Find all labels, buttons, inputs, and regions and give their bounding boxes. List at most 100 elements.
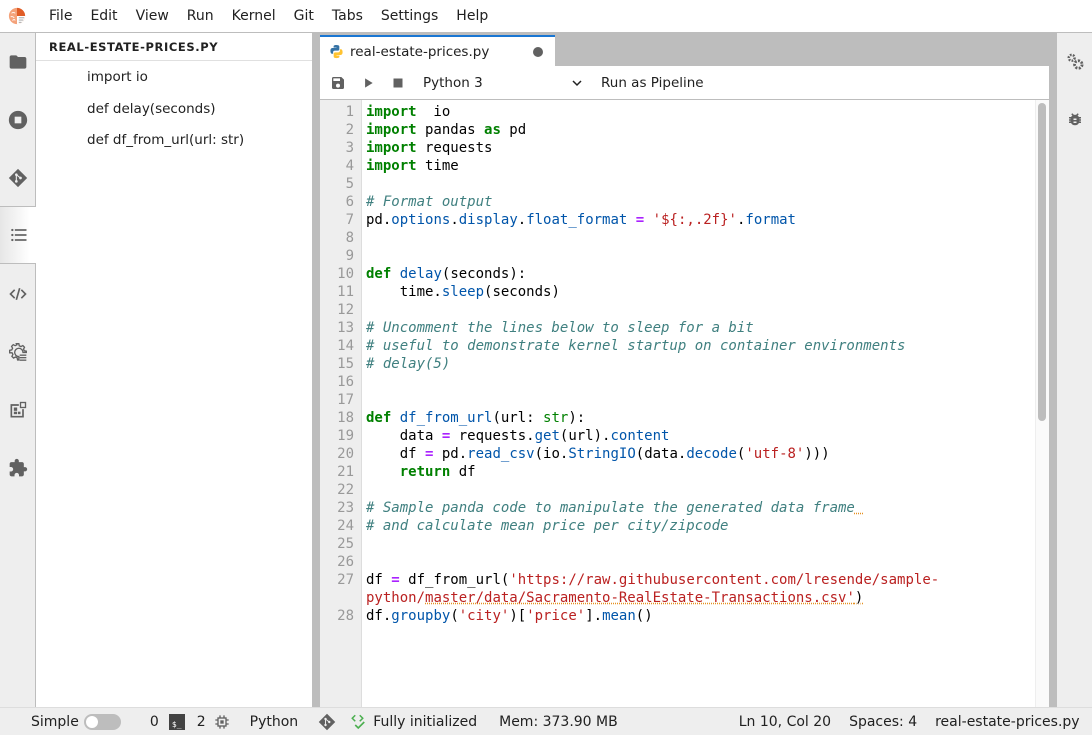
line-content: def delay(seconds): [362, 265, 526, 283]
code-line[interactable]: 24 # and calculate mean price per city/zi… [320, 517, 1035, 535]
code-token: requests [416, 140, 493, 156]
debugger-icon [1068, 113, 1081, 126]
kernels-count[interactable]: 2 [197, 714, 206, 730]
toc-item[interactable]: def df_from_url(url: str) [36, 125, 312, 157]
menu-edit[interactable]: Edit [81, 0, 126, 33]
code-line[interactable]: 18 def df_from_url(url: str): [320, 409, 1035, 427]
line-content: # delay(5) [362, 355, 450, 373]
line-content: df = df_from_url('https://raw.githubuser… [362, 571, 939, 589]
code-token: ) [854, 590, 864, 606]
menu-kernel[interactable]: Kernel [223, 0, 285, 33]
code-line[interactable]: 15 # delay(5) [320, 355, 1035, 373]
code-line[interactable]: 10 def delay(seconds): [320, 265, 1035, 283]
debugger-tab[interactable] [1057, 91, 1092, 149]
code-line[interactable]: 13 # Uncomment the lines below to sleep f… [320, 319, 1035, 337]
runtimes-tab[interactable] [0, 323, 36, 381]
git-status-icon[interactable] [318, 713, 336, 731]
line-number: 23 [337, 500, 354, 516]
code-line[interactable]: 1 import io [320, 103, 1035, 121]
line-number: 18 [337, 410, 354, 426]
kernel-language[interactable]: Python [250, 714, 299, 730]
code-line[interactable]: python/master/data/Sacramento-RealEstate… [320, 589, 1035, 607]
property-inspector-icon [1067, 53, 1083, 70]
code-line[interactable]: 14 # useful to demonstrate kernel startup… [320, 337, 1035, 355]
code-token: # useful to demonstrate kernel startup o… [366, 338, 906, 354]
line-number: 24 [337, 518, 354, 534]
menu-view[interactable]: View [127, 0, 178, 33]
menu-settings[interactable]: Settings [372, 0, 447, 33]
unsaved-changes-indicator[interactable] [533, 47, 543, 57]
line-content: # Sample panda code to manipulate the ge… [362, 499, 863, 517]
menu-file[interactable]: File [40, 0, 81, 33]
editor-scrollbar[interactable] [1035, 100, 1049, 707]
code-token: master/data/Sacramento-RealEstate-Transa… [425, 590, 855, 606]
stop-button[interactable] [383, 68, 413, 98]
code-token: '${:,.2f}' [652, 212, 737, 228]
cursor-position[interactable]: Ln 10, Col 20 [739, 714, 831, 730]
running-sessions-tab[interactable] [0, 91, 36, 149]
code-line[interactable]: 8 [320, 229, 1035, 247]
code-line[interactable]: 2 import pandas as pd [320, 121, 1035, 139]
code-line[interactable]: 16 [320, 373, 1035, 391]
scrollbar-thumb[interactable] [1038, 103, 1046, 421]
menu-run[interactable]: Run [178, 0, 223, 33]
code-line[interactable]: 17 [320, 391, 1035, 409]
line-content [362, 553, 366, 571]
extensions-tab[interactable] [0, 439, 36, 497]
line-content [362, 373, 366, 391]
table-of-contents-tab[interactable] [0, 206, 37, 264]
menu-git[interactable]: Git [285, 0, 323, 33]
component-catalog-tab[interactable] [0, 381, 36, 439]
code-editor[interactable]: 1 import io 2 import pandas as pd 3 import re… [320, 100, 1049, 707]
menu-help[interactable]: Help [447, 0, 497, 33]
code-token: df. [366, 608, 392, 624]
code-line[interactable]: 4 import time [320, 157, 1035, 175]
code-token: # and calculate mean price per city/zipc… [366, 518, 729, 534]
code-line[interactable]: 21 return df [320, 463, 1035, 481]
code-line[interactable]: 9 [320, 247, 1035, 265]
component-catalog-icon [10, 401, 27, 418]
code-line[interactable]: 23 # Sample panda code to manipulate the … [320, 499, 1035, 517]
indentation-setting[interactable]: Spaces: 4 [849, 714, 917, 730]
code-line[interactable]: 27 df = df_from_url('https://raw.githubus… [320, 571, 1035, 589]
file-browser-tab[interactable] [0, 33, 36, 91]
code-line[interactable]: 11 time.sleep(seconds) [320, 283, 1035, 301]
run-button[interactable] [353, 68, 383, 98]
main-dock-area: real-estate-prices.py Python 3 Run as Pi… [312, 33, 1057, 707]
code-token: def [366, 410, 392, 426]
terminals-count[interactable]: 0 [150, 714, 159, 730]
toc-item[interactable]: def delay(seconds) [36, 94, 312, 126]
menu-tabs[interactable]: Tabs [323, 0, 372, 33]
code-token: pd [500, 122, 527, 138]
code-line[interactable]: 7 pd.options.display.float_format = '${:,… [320, 211, 1035, 229]
toc-item[interactable]: import io [36, 62, 312, 94]
line-number: 13 [337, 320, 354, 336]
run-as-pipeline-button[interactable]: Run as Pipeline [601, 75, 704, 91]
code-line[interactable]: 19 data = requests.get(url).content [320, 427, 1035, 445]
code-line[interactable]: 20 df = pd.read_csv(io.StringIO(data.dec… [320, 445, 1035, 463]
code-snippets-tab[interactable] [0, 265, 36, 323]
code-token: df_from_url( [399, 572, 510, 588]
property-inspector-tab[interactable] [1057, 33, 1092, 91]
code-line[interactable]: 26 [320, 553, 1035, 571]
code-token: (url). [559, 428, 611, 444]
git-tab[interactable] [0, 149, 36, 207]
code-line[interactable]: 22 [320, 481, 1035, 499]
code-line[interactable]: 3 import requests [320, 139, 1035, 157]
code-token: )[ [509, 608, 527, 624]
code-token: float_format [526, 212, 628, 228]
code-token: delay [399, 266, 442, 282]
code-line[interactable]: 12 [320, 301, 1035, 319]
left-activity-bar [0, 33, 37, 707]
code-line[interactable]: 5 [320, 175, 1035, 193]
code-token: def [366, 266, 392, 282]
save-button[interactable] [323, 68, 353, 98]
kernel-select[interactable]: Python 3 [423, 75, 583, 91]
lsp-status[interactable]: Fully initialized [373, 714, 477, 730]
code-line[interactable]: 6 # Format output [320, 193, 1035, 211]
code-line[interactable]: 28 df.groupby('city')['price'].mean() [320, 607, 1035, 625]
code-line[interactable]: 25 [320, 535, 1035, 553]
simple-mode-toggle[interactable] [83, 713, 121, 730]
tab-real-estate-prices[interactable]: real-estate-prices.py [320, 35, 555, 66]
